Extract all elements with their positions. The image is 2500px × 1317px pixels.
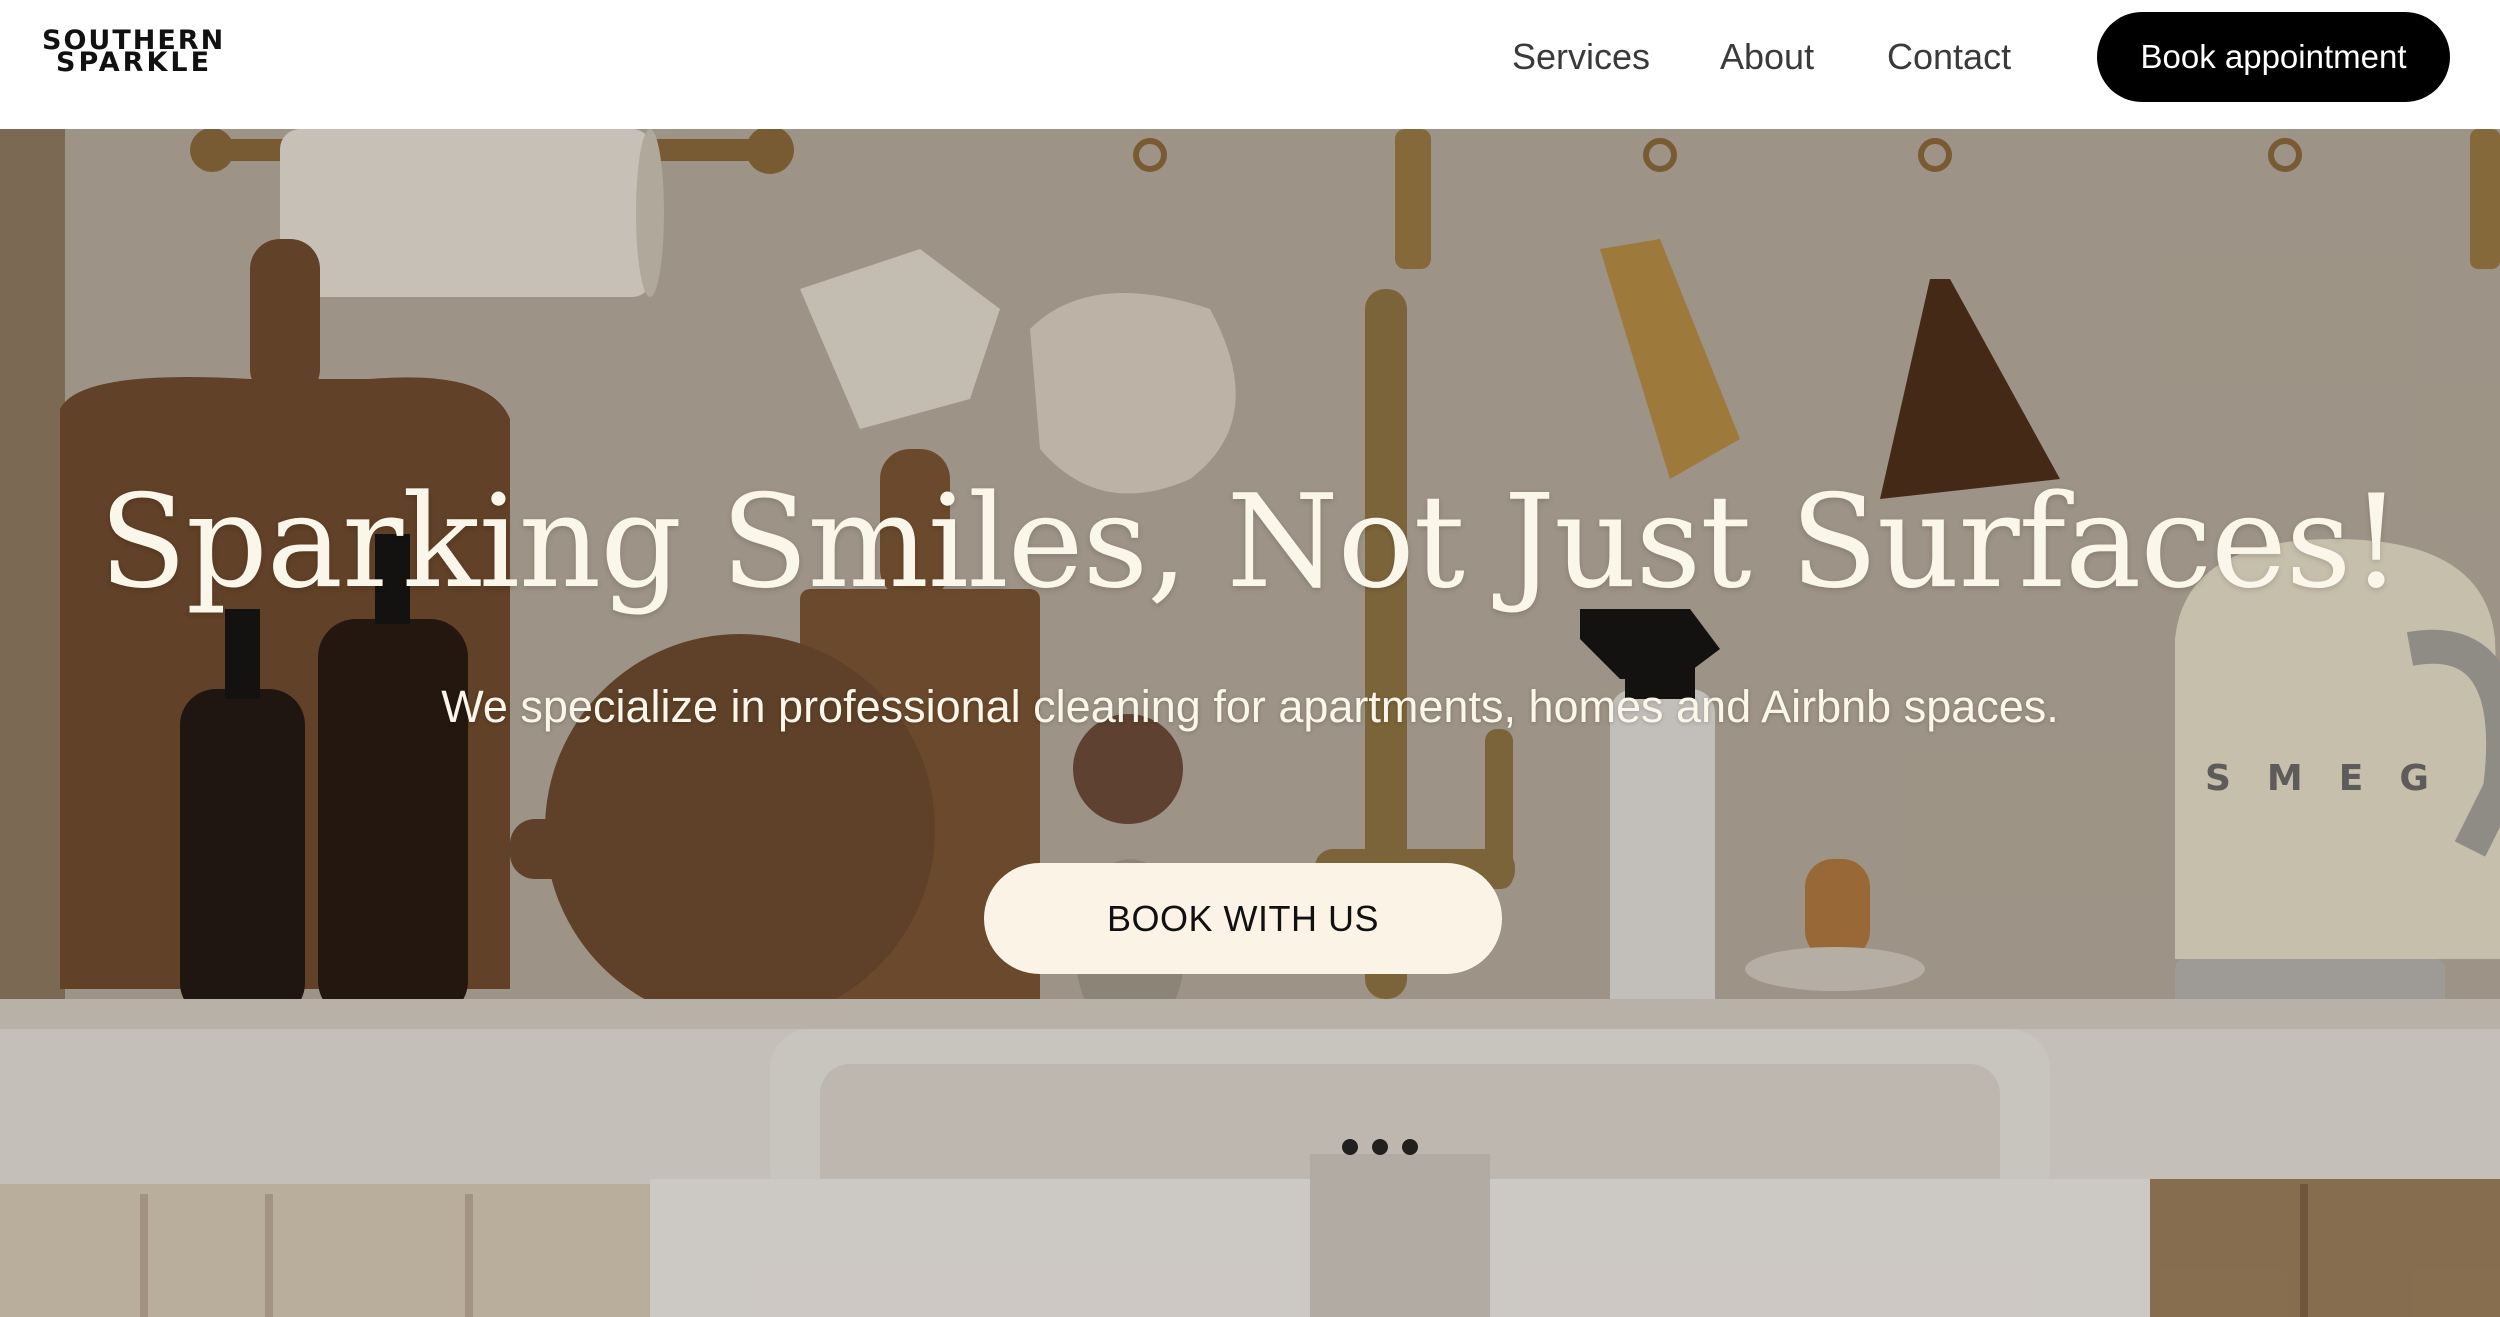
nav-contact-link[interactable]: Contact <box>1887 36 2011 78</box>
book-appointment-button[interactable]: Book appointment <box>2097 12 2450 102</box>
book-with-us-button[interactable]: BOOK WITH US <box>984 863 1502 974</box>
hero-section: SMEG Sparking Smiles, Not Just Surfaces!… <box>0 129 2500 1317</box>
nav-about-link[interactable]: About <box>1720 36 1814 78</box>
nav-services-link[interactable]: Services <box>1512 36 1650 78</box>
hero-subtitle: We specialize in professional cleaning f… <box>441 681 2059 732</box>
brand-logo[interactable]: SOUTHERN SPARKLE <box>42 27 223 78</box>
site-header: SOUTHERN SPARKLE Services About Contact … <box>0 0 2500 129</box>
brand-line-2: SPARKLE <box>56 47 213 78</box>
hero-title: Sparking Smiles, Not Just Surfaces! <box>99 468 2402 617</box>
